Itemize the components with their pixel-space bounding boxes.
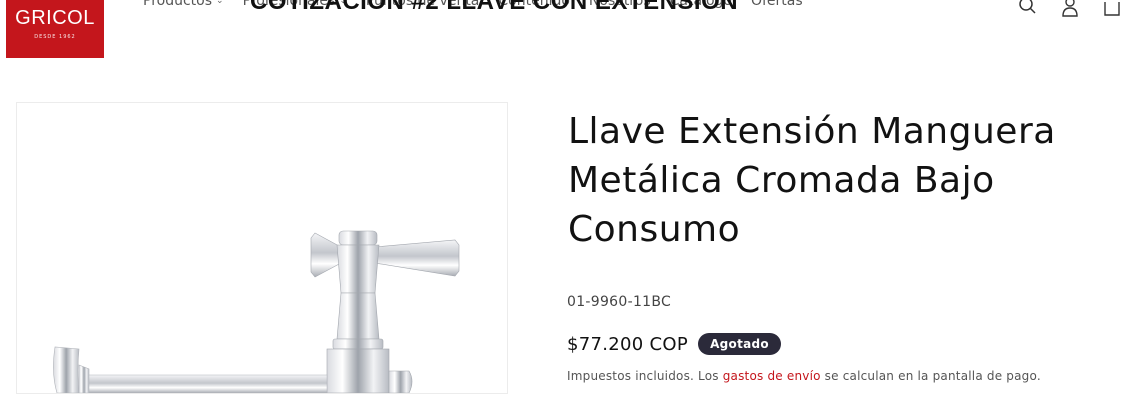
product-image[interactable] — [16, 102, 508, 394]
nav-item-ofertas[interactable]: Ofertas — [751, 0, 803, 9]
brand-logo[interactable]: GRICOL DESDE 1962 — [6, 0, 104, 58]
account-icon[interactable] — [1060, 0, 1080, 20]
product-title: Llave Extensión Manguera Metálica Cromad… — [568, 111, 1056, 250]
overlay-title: COTIZACIÓN #2 LLAVE CON EXTENSIÓN — [250, 0, 739, 15]
cart-icon[interactable] — [1102, 0, 1122, 20]
nav-item-productos[interactable]: Productos ⌄ — [143, 0, 224, 9]
header-icons — [1018, 0, 1122, 20]
sold-out-badge: Agotado — [698, 333, 781, 355]
product-price: $77.200 COP — [567, 333, 689, 355]
brand-name: GRICOL — [15, 7, 95, 29]
nav-item-label: Productos — [143, 0, 213, 9]
nav-item-label: Ofertas — [750, 0, 803, 9]
brand-tagline: DESDE 1962 — [34, 34, 76, 40]
faucet-image — [53, 230, 460, 393]
search-icon[interactable] — [1018, 0, 1038, 20]
price-row: $77.200 COP Agotado — [567, 333, 781, 355]
product-sku: 01-9960-11BC — [567, 294, 672, 310]
chevron-down-icon: ⌄ — [216, 0, 224, 6]
